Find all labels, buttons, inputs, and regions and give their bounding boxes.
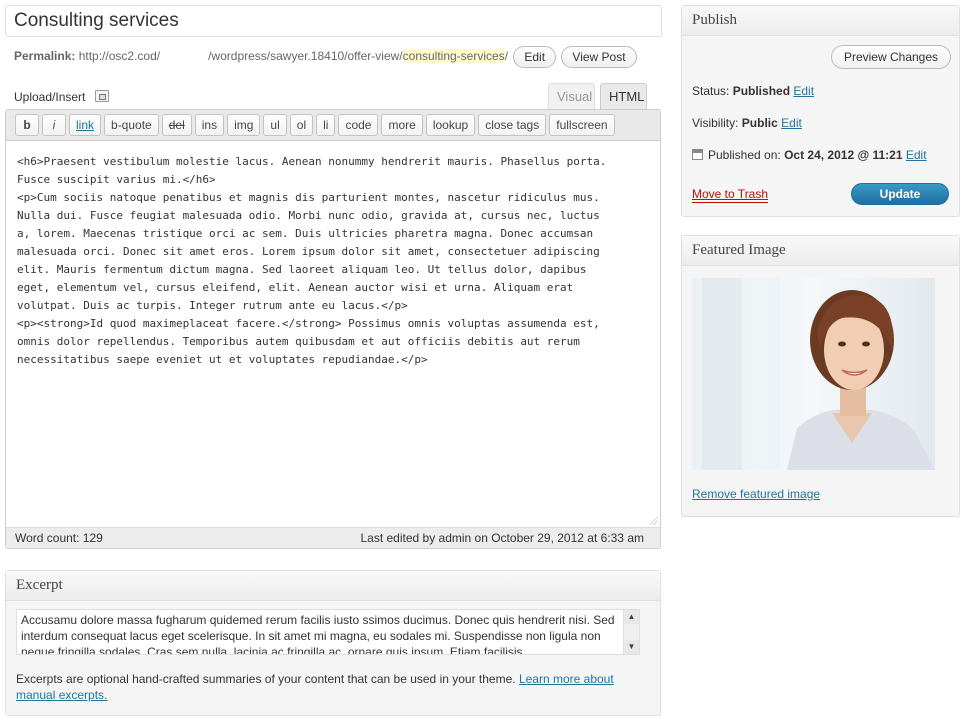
visibility-row: Visibility: Public Edit	[692, 114, 802, 132]
qt-img-button[interactable]: img	[227, 114, 261, 136]
editor: b i link b-quote del ins img ul ol li code more look…	[5, 109, 661, 549]
scroll-up-arrow-icon[interactable]: ▲	[624, 610, 639, 624]
tab-html[interactable]: HTML	[600, 83, 647, 110]
calendar-icon	[692, 149, 703, 160]
qt-link-button[interactable]: link	[69, 114, 102, 136]
permalink-slug[interactable]: consulting-services	[402, 49, 505, 64]
featured-image[interactable]	[692, 278, 935, 470]
publish-heading[interactable]: Publish	[682, 6, 959, 36]
qt-ol-button[interactable]: ol	[289, 114, 314, 136]
permalink-trailing: /	[504, 49, 509, 64]
upload-insert: Upload/Insert	[14, 88, 109, 106]
visibility-value: Public	[741, 116, 778, 130]
qt-italic-button[interactable]: i	[42, 114, 66, 136]
qt-ins-button[interactable]: ins	[194, 114, 225, 136]
content-textarea[interactable]: <h6>Praesent vestibulum molestie lacus. …	[6, 141, 660, 527]
excerpt-textarea[interactable]: Accusamu dolore massa fugharum quidemed …	[16, 609, 640, 655]
status-label: Status:	[692, 84, 733, 98]
tab-visual[interactable]: Visual	[548, 83, 595, 110]
remove-featured-image-link[interactable]: Remove featured image	[692, 487, 820, 501]
qt-blockquote-button[interactable]: b-quote	[104, 114, 159, 136]
edit-visibility-link[interactable]: Edit	[781, 116, 802, 130]
status-value: Published	[732, 84, 791, 98]
featured-image-box: Featured Image Remove featured image	[681, 235, 960, 517]
move-to-trash-link[interactable]: Move to Trash	[692, 186, 769, 203]
published-value: Oct 24, 2012 @ 11:21	[784, 148, 903, 162]
resize-handle-icon[interactable]	[649, 516, 658, 525]
add-media-icon[interactable]	[94, 90, 109, 102]
post-title-input[interactable]: Consulting services	[5, 5, 662, 37]
qt-code-button[interactable]: code	[338, 114, 379, 136]
published-label: Published on:	[708, 148, 785, 162]
qt-fullscreen-button[interactable]: fullscreen	[549, 114, 615, 136]
edit-permalink-button[interactable]: Edit	[513, 46, 557, 68]
permalink-path: /wordpress/sawyer.18410/offer-view/	[208, 49, 403, 64]
update-button[interactable]: Update	[851, 183, 949, 205]
qt-ul-button[interactable]: ul	[263, 114, 287, 136]
permalink-row: Permalink: http://osc2.cod/ /wordpress/sa…	[14, 46, 654, 68]
excerpt-text: Accusamu dolore massa fugharum quidemed …	[21, 613, 615, 655]
preview-changes-button[interactable]: Preview Changes	[831, 45, 951, 69]
editor-status-bar: Word count: 129 Last edited by admin on …	[6, 527, 660, 548]
permalink-label: Permalink:	[14, 49, 76, 64]
qt-del-button[interactable]: del	[161, 114, 192, 136]
qt-close-tags-button[interactable]: close tags	[478, 114, 547, 136]
view-post-button[interactable]: View Post	[561, 46, 637, 68]
quicktags-toolbar: b i link b-quote del ins img ul ol li code more look…	[6, 110, 660, 141]
publish-box: Publish Preview Changes Status: Publishe…	[681, 5, 960, 217]
published-on-row: Published on: Oct 24, 2012 @ 11:21 Edit	[692, 146, 927, 164]
scroll-down-arrow-icon[interactable]: ▼	[624, 640, 639, 654]
edit-status-link[interactable]: Edit	[793, 84, 814, 98]
permalink-base: http://osc2.cod/	[78, 49, 161, 64]
excerpt-scrollbar[interactable]: ▲ ▼	[623, 610, 639, 654]
qt-lookup-button[interactable]: lookup	[425, 114, 476, 136]
excerpt-help: Excerpts are optional hand-crafted summa…	[16, 671, 646, 703]
qt-bold-button[interactable]: b	[15, 114, 39, 136]
qt-li-button[interactable]: li	[316, 114, 336, 136]
last-edited: Last edited by admin on October 29, 2012…	[360, 531, 644, 545]
word-count: Word count: 129	[15, 531, 103, 545]
excerpt-box: Excerpt Accusamu dolore massa fugharum q…	[5, 570, 661, 716]
qt-more-button[interactable]: more	[381, 114, 423, 136]
status-row: Status: Published Edit	[692, 82, 814, 100]
edit-date-link[interactable]: Edit	[906, 148, 927, 162]
featured-image-heading[interactable]: Featured Image	[682, 236, 959, 266]
visibility-label: Visibility:	[692, 116, 742, 130]
excerpt-heading[interactable]: Excerpt	[6, 571, 660, 601]
excerpt-help-text: Excerpts are optional hand-crafted summa…	[16, 672, 519, 686]
upload-insert-label: Upload/Insert	[14, 90, 86, 104]
